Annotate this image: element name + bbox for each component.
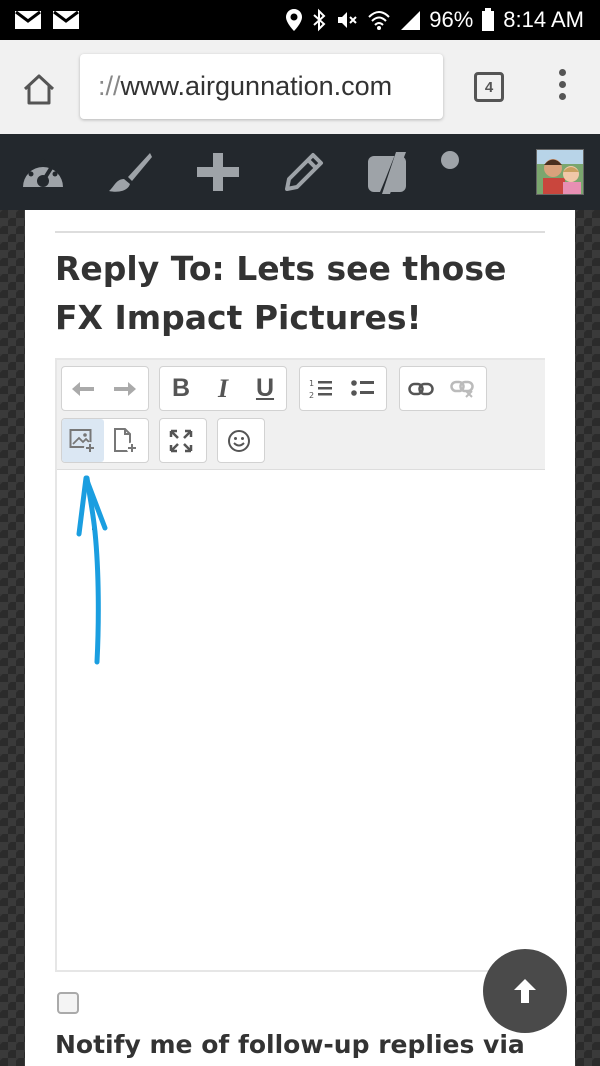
browser-toolbar: ://www.airgunnation.com 4 [0, 40, 600, 134]
yoast-icon[interactable] [368, 148, 414, 196]
battery-percent: 96% [429, 7, 474, 32]
unlink-button[interactable] [442, 367, 484, 410]
notify-checkbox[interactable] [57, 992, 79, 1014]
link-group [399, 366, 487, 411]
location-icon [286, 9, 303, 31]
underline-button[interactable]: U [244, 367, 286, 410]
scroll-top-button[interactable] [483, 949, 567, 1033]
list-group: 12 [299, 366, 387, 411]
svg-text:1: 1 [309, 379, 314, 388]
fullscreen-icon [169, 429, 193, 452]
status-bar: 96% 8:14 AM [0, 0, 600, 40]
arrow-up-icon [514, 979, 536, 1003]
format-group: B I U [159, 366, 287, 411]
insert-image-icon [69, 428, 96, 454]
notify-label: Notify me of follow-up replies via [55, 1030, 525, 1059]
tab-switcher-button[interactable]: 4 [474, 72, 504, 102]
mute-icon [338, 12, 357, 28]
redo-icon [114, 381, 136, 396]
signal-icon [401, 11, 421, 30]
insert-file-icon [114, 427, 138, 453]
status-dot-icon [441, 151, 459, 169]
ordered-list-button[interactable]: 12 [300, 367, 342, 410]
url-host: www.airgunnation.com [120, 71, 393, 101]
home-icon [23, 74, 55, 105]
fullscreen-button[interactable] [160, 419, 202, 462]
editor-toolbar: B I U 12 [57, 360, 545, 470]
undo-icon [72, 381, 94, 396]
wifi-icon [368, 11, 390, 30]
new-plus-icon[interactable] [195, 151, 241, 193]
ordered-list-icon: 12 [309, 379, 332, 400]
fullscreen-group [159, 418, 207, 463]
undo-button[interactable] [62, 367, 104, 410]
url-scheme: :// [98, 71, 121, 101]
gmail-icon [53, 10, 79, 29]
gmail-icon [15, 10, 41, 29]
address-bar[interactable]: ://www.airgunnation.com [80, 54, 443, 119]
history-group [61, 366, 149, 411]
battery-icon [482, 8, 495, 31]
page-title: Reply To: Lets see those FX Impact Pictu… [55, 249, 507, 337]
insert-file-button[interactable] [104, 419, 146, 462]
reply-textarea[interactable] [57, 470, 545, 970]
avatar[interactable] [536, 149, 584, 195]
reply-form: Reply To: Lets see those FX Impact Pictu… [25, 210, 575, 1066]
browser-menu-button[interactable] [555, 69, 569, 105]
link-button[interactable] [400, 367, 442, 410]
italic-button[interactable]: I [202, 367, 244, 410]
rich-text-editor: B I U 12 [55, 358, 545, 972]
bullet-list-button[interactable] [342, 367, 384, 410]
unlink-icon [450, 380, 474, 398]
clock: 8:14 AM [503, 7, 584, 32]
emoji-group [217, 418, 265, 463]
link-icon [408, 382, 434, 395]
dashboard-icon[interactable] [20, 151, 66, 193]
edit-pencil-icon[interactable] [283, 151, 325, 193]
media-group [61, 418, 149, 463]
annotation-arrow-icon [76, 475, 108, 665]
insert-image-button[interactable] [62, 419, 104, 462]
wp-admin-bar [0, 134, 600, 210]
bold-button[interactable]: B [160, 367, 202, 410]
svg-text:2: 2 [309, 391, 314, 400]
customize-brush-icon[interactable] [106, 151, 154, 195]
home-button[interactable] [22, 72, 56, 106]
divider [55, 231, 545, 233]
emoji-icon [228, 429, 250, 452]
bluetooth-icon [313, 8, 326, 32]
bullet-list-icon [351, 379, 374, 396]
emoji-button[interactable] [218, 419, 260, 462]
redo-button[interactable] [104, 367, 146, 410]
